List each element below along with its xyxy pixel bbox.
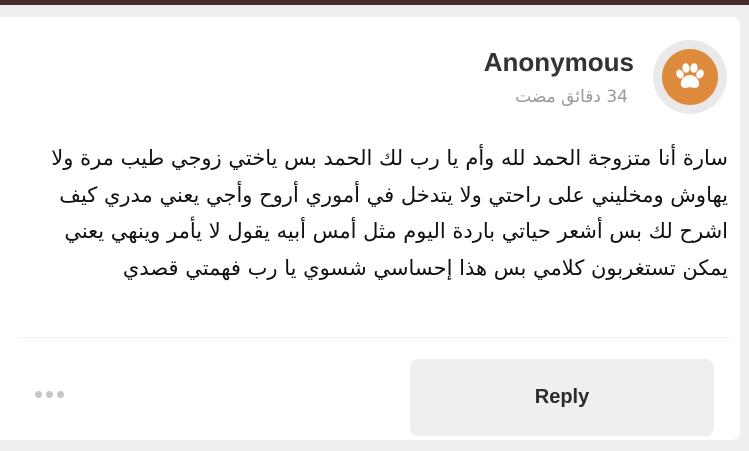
top-bar — [0, 0, 749, 5]
paw-icon — [676, 63, 704, 88]
dot — [57, 391, 64, 398]
dot — [35, 391, 42, 398]
dot — [46, 391, 53, 398]
more-dots-icon[interactable] — [30, 389, 70, 401]
reply-label: Reply — [534, 386, 590, 408]
comment-timestamp: 34 دقائق مضت — [515, 87, 628, 107]
comment-card: Anonymous 34 دقائق مضت سارة أنا متزوجة ا… — [0, 17, 740, 440]
reply-button[interactable]: Reply — [410, 359, 714, 436]
author-name[interactable]: Anonymous — [484, 47, 634, 78]
avatar[interactable] — [653, 40, 727, 114]
comment-body: سارة أنا متزوجة الحمد لله وأم يا رب لك ا… — [51, 146, 728, 280]
avatar-badge — [662, 49, 718, 105]
divider — [18, 337, 730, 338]
